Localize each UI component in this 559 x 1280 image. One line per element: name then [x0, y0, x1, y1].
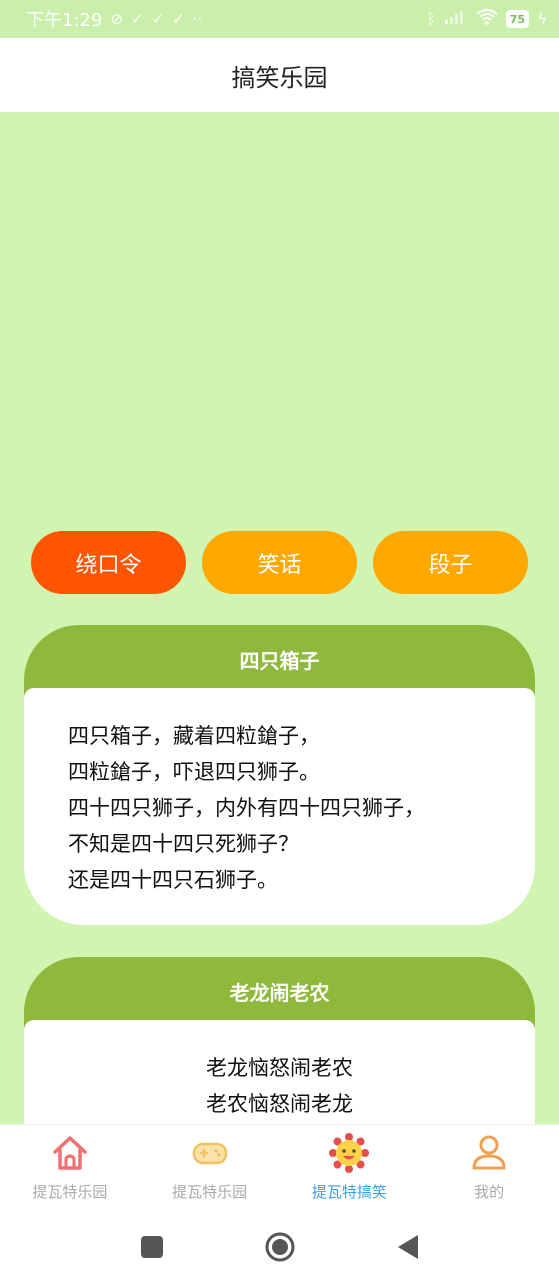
check-icon: ✓ — [172, 10, 185, 28]
check-icon: ✓ — [151, 10, 165, 28]
gamepad-icon — [188, 1131, 232, 1175]
card-line: 不知是四十四只死狮子？ — [68, 832, 299, 856]
signal-icon — [444, 9, 468, 29]
home-icon — [48, 1131, 92, 1175]
recent-apps-button[interactable] — [140, 1235, 164, 1259]
home-button[interactable] — [264, 1231, 296, 1263]
battery-indicator: 75 — [505, 10, 530, 28]
system-navigation-bar — [0, 1214, 559, 1280]
category-button-duanzi[interactable]: 段子 — [373, 531, 528, 594]
more-dots-icon: ·· — [192, 10, 203, 28]
charging-icon: ϟ — [537, 10, 547, 28]
nav-item-funny[interactable]: 提瓦特搞笑 — [280, 1125, 420, 1214]
nav-item-mine[interactable]: 我的 — [419, 1125, 559, 1214]
card-body: 老龙恼怒闹老农 老农恼怒闹老龙 — [24, 1020, 535, 1124]
category-button-jokes[interactable]: 笑话 — [202, 531, 357, 594]
nav-label: 我的 — [474, 1183, 505, 1201]
nav-item-games[interactable]: 提瓦特乐园 — [140, 1125, 280, 1214]
nav-label: 提瓦特搞笑 — [311, 1183, 387, 1201]
user-icon — [467, 1131, 511, 1175]
card-line: 四十四只狮子，内外有四十四只狮子， — [68, 796, 425, 820]
app-header: 搞笑乐园 — [0, 38, 559, 112]
card-line: 还是四十四只石狮子。 — [68, 868, 278, 892]
nav-item-home[interactable]: 提瓦特乐园 — [0, 1125, 140, 1214]
card-line: 四粒鎗子，吓退四只狮子。 — [68, 760, 320, 784]
sync-off-icon: ⊘ — [110, 10, 123, 28]
nav-label: 提瓦特乐园 — [172, 1183, 248, 1201]
bottom-navigation: 提瓦特乐园 提瓦特乐园 提瓦特搞笑 我的 — [0, 1124, 559, 1214]
status-bar: 下午1:29 ⊘ ✓ ✓ ✓ ·· ᛒ 75 ϟ — [0, 0, 559, 38]
card-line: 老农恼怒闹老龙 — [206, 1092, 353, 1116]
sun-face-icon — [327, 1131, 371, 1175]
nav-label: 提瓦特乐园 — [32, 1183, 108, 1201]
category-button-tongue-twister[interactable]: 绕口令 — [31, 531, 186, 594]
content-card: 老龙闹老农 老龙恼怒闹老农 老农恼怒闹老龙 — [24, 957, 535, 1124]
wifi-icon — [476, 9, 498, 29]
status-time: 下午1:29 — [26, 10, 103, 31]
bluetooth-icon: ᛒ — [426, 10, 436, 28]
page-title: 搞笑乐园 — [231, 63, 328, 92]
card-body: 四只箱子，藏着四粒鎗子， 四粒鎗子，吓退四只狮子。 四十四只狮子，内外有四十四只… — [24, 688, 535, 925]
check-icon: ✓ — [131, 10, 144, 28]
content-card: 四只箱子 四只箱子，藏着四粒鎗子， 四粒鎗子，吓退四只狮子。 四十四只狮子，内外… — [24, 625, 535, 925]
back-button[interactable] — [396, 1234, 420, 1260]
card-line: 老龙恼怒闹老农 — [206, 1056, 353, 1080]
card-line: 四只箱子，藏着四粒鎗子， — [68, 724, 320, 748]
category-tabs: 绕口令 笑话 段子 — [31, 531, 528, 594]
